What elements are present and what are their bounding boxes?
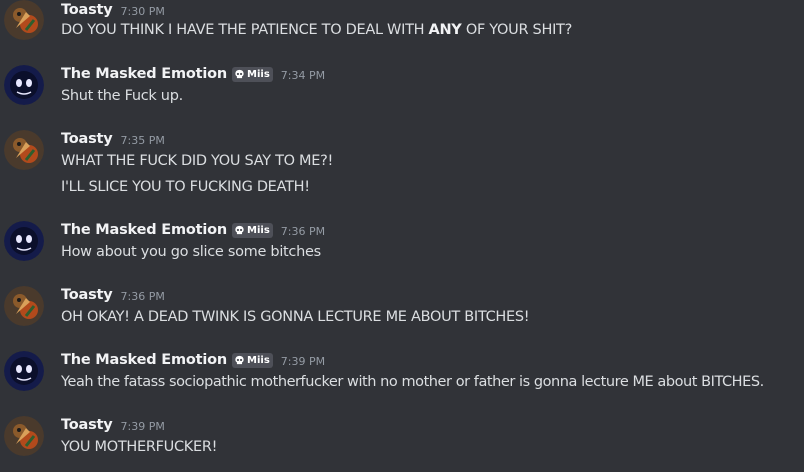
skull-icon (234, 69, 245, 80)
message-text: WHAT THE FUCK DID YOU SAY TO ME?! (61, 153, 334, 169)
username[interactable]: The Masked Emotion (61, 222, 227, 238)
username[interactable]: Toasty (61, 287, 113, 303)
timestamp[interactable]: 7:36 PM (281, 225, 325, 238)
server-tag-label: Miis (247, 224, 270, 236)
message-text: YOU MOTHERFUCKER! (61, 439, 218, 455)
timestamp[interactable]: 7:36 PM (121, 290, 165, 303)
timestamp[interactable]: 7:39 PM (281, 355, 325, 368)
toasty-avatar-icon[interactable] (4, 0, 44, 40)
server-tag[interactable]: Miis (232, 66, 273, 82)
message-text-bold: ANY (428, 22, 462, 38)
server-tag[interactable]: Miis (232, 222, 273, 238)
username[interactable]: The Masked Emotion (61, 352, 227, 368)
timestamp[interactable]: 7:35 PM (121, 134, 165, 147)
username[interactable]: Toasty (61, 131, 113, 147)
message-text: Shut the Fuck up. (61, 88, 183, 104)
message-header: Toasty 7:30 PM (61, 0, 165, 20)
message-header: The Masked Emotion Miis 7:36 PM (61, 220, 325, 240)
message-text-part: OF YOUR SHIT? (461, 22, 572, 38)
skull-icon (234, 225, 245, 236)
message-text: Yeah the fatass sociopathic motherfucker… (61, 374, 764, 390)
message-header: The Masked Emotion Miis 7:39 PM (61, 350, 325, 370)
username[interactable]: The Masked Emotion (61, 66, 227, 82)
skull-icon (234, 355, 245, 366)
username[interactable]: Toasty (61, 2, 113, 18)
toasty-avatar-icon[interactable] (4, 130, 44, 170)
toasty-avatar-icon[interactable] (4, 416, 44, 456)
message-header: The Masked Emotion Miis 7:34 PM (61, 64, 325, 84)
server-tag[interactable]: Miis (232, 352, 273, 368)
message-text: How about you go slice some bitches (61, 244, 321, 260)
masked-emotion-avatar-icon[interactable] (4, 221, 44, 261)
masked-emotion-avatar-icon[interactable] (4, 351, 44, 391)
chat-message-list: Toasty 7:30 PM DO YOU THINK I HAVE THE P… (0, 0, 804, 472)
server-tag-label: Miis (247, 354, 270, 366)
message-header: Toasty 7:39 PM (61, 415, 165, 435)
masked-emotion-avatar-icon[interactable] (4, 65, 44, 105)
timestamp[interactable]: 7:34 PM (281, 69, 325, 82)
timestamp[interactable]: 7:39 PM (121, 420, 165, 433)
username[interactable]: Toasty (61, 417, 113, 433)
message-text: DO YOU THINK I HAVE THE PATIENCE TO DEAL… (61, 20, 572, 40)
message-text-part: DO YOU THINK I HAVE THE PATIENCE TO DEAL… (61, 22, 429, 38)
message-header: Toasty 7:36 PM (61, 285, 165, 305)
toasty-avatar-icon[interactable] (4, 286, 44, 326)
server-tag-label: Miis (247, 68, 270, 80)
message-text: OH OKAY! A DEAD TWINK IS GONNA LECTURE M… (61, 309, 530, 325)
message-text: I'LL SLICE YOU TO FUCKING DEATH! (61, 179, 310, 195)
message-header: Toasty 7:35 PM (61, 129, 165, 149)
timestamp[interactable]: 7:30 PM (121, 5, 165, 18)
